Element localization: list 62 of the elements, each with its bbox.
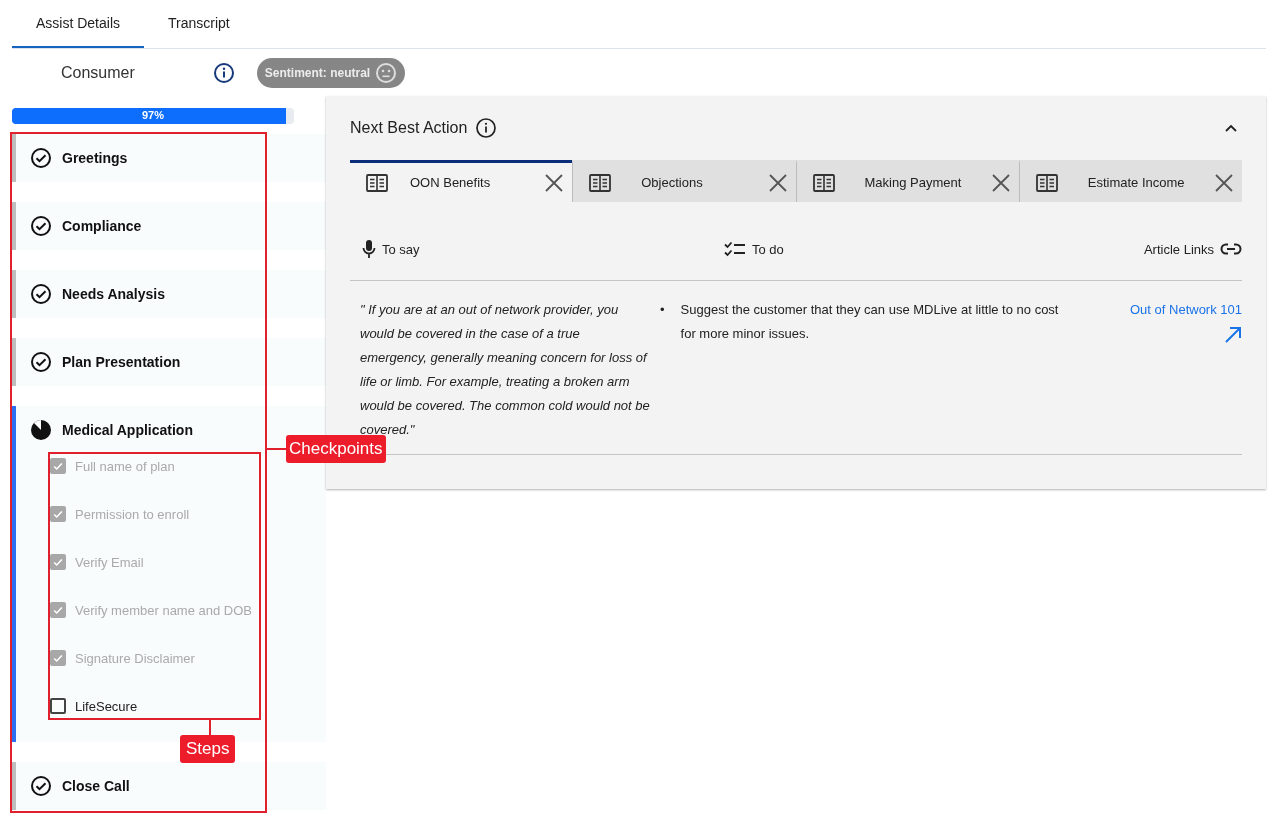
close-icon[interactable]: [1214, 172, 1234, 193]
leader-line: [209, 720, 211, 735]
tab[interactable]: Assist Details: [12, 0, 145, 48]
section-title: Greetings: [62, 150, 128, 166]
article-tab[interactable]: Objections: [572, 160, 796, 202]
bullet: •: [660, 301, 665, 319]
close-icon[interactable]: [767, 172, 788, 193]
checkbox[interactable]: [50, 602, 66, 618]
checkbox[interactable]: [50, 698, 66, 714]
checklist-icon: [724, 241, 746, 257]
section-title: Needs Analysis: [62, 286, 165, 302]
step-label: Full name of plan: [75, 458, 175, 474]
tab-label: Objections: [641, 175, 704, 190]
section-title: Plan Presentation: [62, 354, 181, 370]
close-icon[interactable]: [544, 172, 565, 193]
book-icon: [1035, 173, 1058, 192]
checkpoint-section[interactable]: Compliance: [12, 202, 326, 250]
checkbox[interactable]: [50, 554, 66, 570]
section-title: Close Call: [62, 778, 130, 794]
checkbox[interactable]: [50, 650, 66, 666]
article-link[interactable]: Out of Network 101: [1130, 298, 1242, 322]
section-title: Compliance: [62, 218, 142, 234]
column-heading: To do: [752, 241, 784, 257]
checkbox[interactable]: [50, 506, 66, 522]
arrow-icon[interactable]: [1224, 326, 1242, 344]
close-icon[interactable]: [990, 172, 1011, 193]
checkpoint-section[interactable]: Close Call: [12, 762, 326, 810]
step-label: Verify member name and DOB: [75, 602, 253, 618]
annotation-label: Steps: [180, 735, 236, 763]
to-do-item: Suggest the customer that they can use MDLive at little to no cost for more minor issues.: [680, 301, 1060, 343]
column-heading: To say: [382, 241, 420, 257]
section-title: Medical Application: [62, 422, 193, 438]
step-label: LifeSecure: [75, 698, 138, 714]
tab-label: Making Payment: [864, 175, 963, 190]
microphone-icon: [362, 239, 376, 259]
link-icon: [1220, 243, 1242, 255]
article-tab[interactable]: Estimate Income: [1018, 160, 1242, 202]
consumer-label: Consumer: [61, 64, 135, 82]
info-icon[interactable]: [212, 62, 235, 84]
annotation-label: Checkpoints: [286, 435, 386, 463]
step-label: Verify Email: [75, 554, 144, 570]
checkpoint-section[interactable]: Greetings: [12, 134, 326, 182]
checkpoint-section[interactable]: Needs Analysis: [12, 270, 326, 318]
checkbox[interactable]: [50, 458, 66, 474]
article-tab[interactable]: Making Payment: [795, 160, 1019, 202]
info-icon[interactable]: [475, 117, 498, 139]
checkpoint-section[interactable]: Plan Presentation: [12, 338, 326, 386]
book-icon: [589, 173, 612, 192]
tab-label: OON Benefits: [410, 175, 492, 190]
progress-label: 97%: [141, 109, 165, 121]
panel-title: Next Best Action: [350, 119, 468, 137]
step-label: Permission to enroll: [75, 506, 190, 522]
column-heading: Article Links: [1143, 241, 1214, 257]
neutral-face-icon: [375, 62, 398, 84]
tab[interactable]: Transcript: [144, 0, 254, 48]
sentiment-chip: Sentiment: neutral: [256, 58, 406, 88]
step-label: Signature Disclaimer: [75, 650, 195, 666]
chevron-icon[interactable]: [1224, 123, 1238, 133]
tab-label: Estimate Income: [1087, 175, 1186, 190]
book-icon: [812, 173, 835, 192]
book-icon: [366, 173, 388, 192]
leader-line: [267, 448, 287, 450]
